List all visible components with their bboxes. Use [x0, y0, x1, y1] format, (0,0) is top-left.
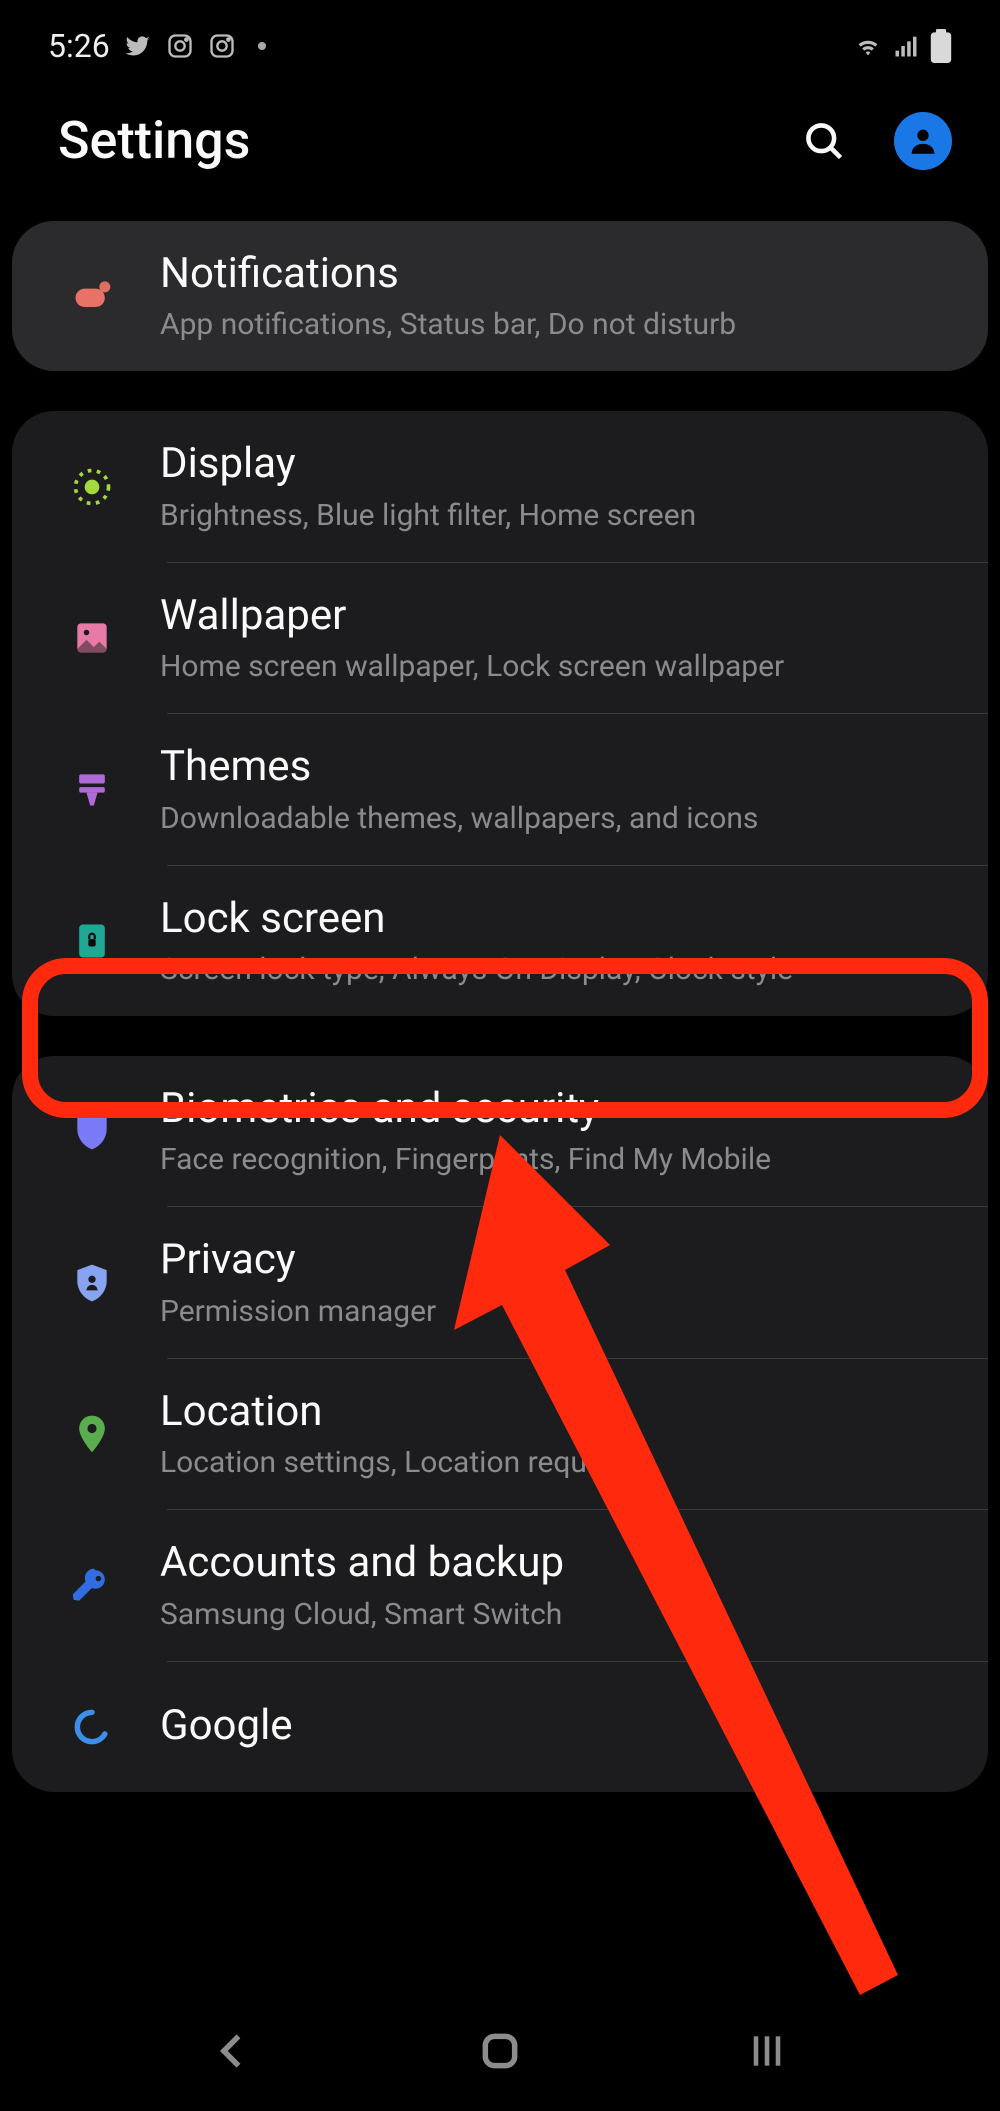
row-text: Google — [160, 1701, 948, 1751]
row-subtitle: Face recognition, Fingerprints, Find My … — [160, 1142, 948, 1178]
row-subtitle: Permission manager — [160, 1294, 948, 1330]
nav-recent-button[interactable] — [745, 2029, 789, 2073]
profile-icon — [906, 124, 940, 158]
recent-icon — [745, 2029, 789, 2073]
row-subtitle: Brightness, Blue light filter, Home scre… — [160, 498, 948, 534]
settings-row-notifications[interactable]: Notifications App notifications, Status … — [12, 221, 988, 371]
row-title: Biometrics and security — [160, 1084, 948, 1134]
row-title: Google — [160, 1701, 948, 1751]
nav-back-button[interactable] — [211, 2029, 255, 2073]
row-subtitle: App notifications, Status bar, Do not di… — [160, 307, 948, 343]
instagram-icon — [166, 32, 194, 60]
wallpaper-icon — [52, 616, 132, 660]
row-text: Privacy Permission manager — [160, 1235, 948, 1329]
lockscreen-icon — [52, 919, 132, 963]
search-icon — [802, 119, 846, 163]
settings-row-google[interactable]: Google — [12, 1662, 988, 1792]
profile-button[interactable] — [894, 112, 952, 170]
nav-home-button[interactable] — [478, 2029, 522, 2073]
row-text: Accounts and backup Samsung Cloud, Smart… — [160, 1538, 948, 1632]
privacy-icon — [52, 1261, 132, 1305]
settings-row-display[interactable]: Display Brightness, Blue light filter, H… — [12, 411, 988, 561]
row-text: Themes Downloadable themes, wallpapers, … — [160, 742, 948, 836]
row-title: Lock screen — [160, 894, 948, 944]
nav-bar — [0, 1991, 1000, 2111]
settings-row-wallpaper[interactable]: Wallpaper Home screen wallpaper, Lock sc… — [12, 563, 988, 713]
settings-row-accounts[interactable]: Accounts and backup Samsung Cloud, Smart… — [12, 1510, 988, 1660]
row-text: Notifications App notifications, Status … — [160, 249, 948, 343]
status-bar: 5:26 — [0, 0, 1000, 80]
row-title: Wallpaper — [160, 591, 948, 641]
location-icon — [52, 1412, 132, 1456]
row-text: Biometrics and security Face recognition… — [160, 1084, 948, 1178]
settings-group: Display Brightness, Blue light filter, H… — [12, 411, 988, 1016]
page-title: Settings — [58, 110, 250, 171]
instagram-icon-2 — [208, 32, 236, 60]
settings-row-location[interactable]: Location Location settings, Location req… — [12, 1359, 988, 1509]
row-title: Accounts and backup — [160, 1538, 948, 1588]
more-notifications-dot — [258, 42, 266, 50]
row-subtitle: Samsung Cloud, Smart Switch — [160, 1597, 948, 1633]
back-icon — [211, 2029, 255, 2073]
google-icon — [52, 1705, 132, 1749]
settings-row-privacy[interactable]: Privacy Permission manager — [12, 1207, 988, 1357]
status-time: 5:26 — [48, 27, 110, 65]
settings-row-biometrics[interactable]: Biometrics and security Face recognition… — [12, 1056, 988, 1206]
header: Settings — [0, 80, 1000, 221]
row-subtitle: Location settings, Location requests — [160, 1445, 948, 1481]
wifi-icon — [854, 32, 882, 60]
row-subtitle: Home screen wallpaper, Lock screen wallp… — [160, 649, 948, 685]
row-subtitle: Downloadable themes, wallpapers, and ico… — [160, 801, 948, 837]
row-text: Display Brightness, Blue light filter, H… — [160, 439, 948, 533]
home-icon — [478, 2029, 522, 2073]
search-button[interactable] — [802, 119, 846, 163]
signal-icon — [892, 32, 920, 60]
settings-group: Biometrics and security Face recognition… — [12, 1056, 988, 1792]
row-title: Notifications — [160, 249, 948, 299]
row-text: Location Location settings, Location req… — [160, 1387, 948, 1481]
settings-row-themes[interactable]: Themes Downloadable themes, wallpapers, … — [12, 714, 988, 864]
biometrics-icon — [52, 1109, 132, 1153]
row-title: Location — [160, 1387, 948, 1437]
row-text: Wallpaper Home screen wallpaper, Lock sc… — [160, 591, 948, 685]
display-icon — [52, 465, 132, 509]
row-title: Display — [160, 439, 948, 489]
battery-icon — [930, 29, 952, 63]
row-subtitle: Screen lock type, Always On Display, Clo… — [160, 952, 948, 988]
settings-row-lockscreen[interactable]: Lock screen Screen lock type, Always On … — [12, 866, 988, 1016]
twitter-icon — [124, 32, 152, 60]
settings-group: Notifications App notifications, Status … — [12, 221, 988, 371]
accounts-icon — [52, 1563, 132, 1607]
row-title: Privacy — [160, 1235, 948, 1285]
row-title: Themes — [160, 742, 948, 792]
themes-icon — [52, 767, 132, 811]
notifications-icon — [52, 274, 132, 318]
row-text: Lock screen Screen lock type, Always On … — [160, 894, 948, 988]
